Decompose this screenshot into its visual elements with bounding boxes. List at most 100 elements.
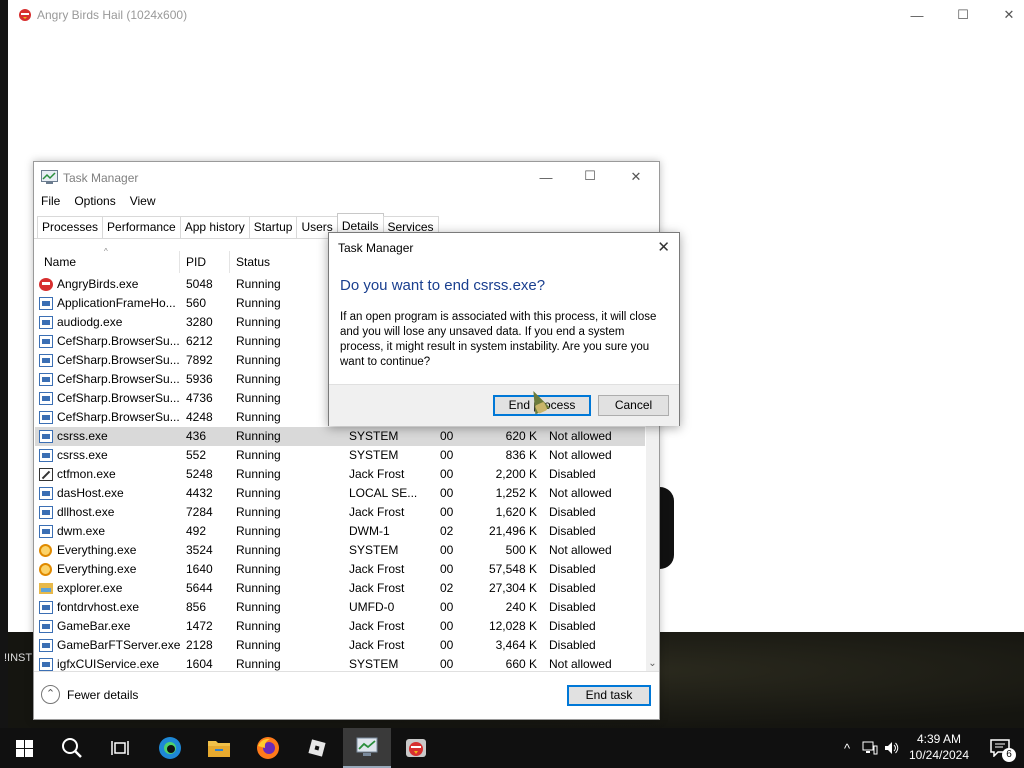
dialog-footer: End process Cancel: [329, 384, 679, 426]
process-user: DWM-1: [349, 524, 390, 538]
process-name: explorer.exe: [57, 581, 123, 595]
process-memory: 836 K: [505, 448, 537, 462]
process-user: SYSTEM: [349, 543, 399, 557]
tm-close-button[interactable]: ✕: [613, 162, 659, 192]
process-cpu: 00: [440, 562, 454, 576]
table-row[interactable]: explorer.exe 5644 Running Jack Frost 02 27,30…: [35, 579, 645, 598]
pen-icon: [39, 468, 53, 481]
process-uac-virtualization: Disabled: [549, 524, 596, 538]
process-memory: 27,304 K: [488, 581, 537, 595]
table-row[interactable]: GameBar.exe 1472 Running Jack Frost 00 12,028…: [35, 617, 645, 636]
clock-date: 10/24/2024: [908, 748, 970, 762]
column-header-name[interactable]: Name: [44, 249, 76, 275]
chevron-up-icon: ⌃: [41, 685, 60, 704]
game-close-button[interactable]: ✕: [986, 0, 1024, 30]
table-row[interactable]: Everything.exe 3524 Running SYSTEM 00 500 K No…: [35, 541, 645, 560]
process-memory: 240 K: [505, 600, 537, 614]
table-row[interactable]: igfxCUIService.exe 1604 Running SYSTEM 00 660…: [35, 655, 645, 671]
process-status: Running: [236, 657, 281, 671]
end-task-button[interactable]: End task: [567, 685, 651, 706]
tab-app-history[interactable]: App history: [179, 216, 250, 238]
notification-center-button[interactable]: 6: [976, 728, 1024, 768]
app-icon: [39, 525, 53, 538]
table-row[interactable]: dllhost.exe 7284 Running Jack Frost 00 1,620 …: [35, 503, 645, 522]
menu-options[interactable]: Options: [74, 194, 115, 208]
desktop-edge: [0, 42, 7, 632]
process-name: fontdrvhost.exe: [57, 600, 140, 614]
show-hidden-icons-chevron-icon[interactable]: ^: [838, 741, 856, 756]
tab-processes[interactable]: Processes: [37, 216, 104, 238]
process-cpu: 00: [440, 543, 454, 557]
app-icon: [39, 392, 53, 405]
end-process-dialog: Task Manager ✕ Do you want to end csrss.…: [328, 232, 680, 426]
game-minimize-button[interactable]: —: [894, 0, 940, 30]
process-memory: 3,464 K: [495, 638, 537, 652]
app-icon: [39, 487, 53, 500]
tm-maximize-button[interactable]: ☐: [567, 161, 613, 191]
table-row[interactable]: dwm.exe 492 Running DWM-1 02 21,496 K Disabled: [35, 522, 645, 541]
start-button[interactable]: [0, 728, 48, 768]
search-button[interactable]: [48, 728, 96, 768]
table-row[interactable]: GameBarFTServer.exe 2128 Running Jack Frost…: [35, 636, 645, 655]
process-user: LOCAL SE...: [349, 486, 418, 500]
table-row[interactable]: Everything.exe 1640 Running Jack Frost 00 57,…: [35, 560, 645, 579]
process-name: ApplicationFrameHo...: [57, 296, 176, 310]
process-name: audiodg.exe: [57, 315, 123, 329]
tab-startup[interactable]: Startup: [248, 216, 298, 238]
process-uac-virtualization: Disabled: [549, 467, 596, 481]
menu-file[interactable]: File: [41, 194, 60, 208]
task-manager-taskbar-button[interactable]: [343, 728, 391, 768]
volume-icon[interactable]: [884, 741, 900, 755]
table-row[interactable]: ctfmon.exe 5248 Running Jack Frost 00 2,200 K…: [35, 465, 645, 484]
angry-birds-taskbar-button[interactable]: [392, 728, 440, 768]
game-titlebar[interactable]: Angry Birds Hail (1024x600) — ☐ ✕: [8, 0, 1024, 30]
menu-view[interactable]: View: [130, 194, 156, 208]
table-row[interactable]: dasHost.exe 4432 Running LOCAL SE... 00 1,252…: [35, 484, 645, 503]
fewer-details-link[interactable]: ⌃ Fewer details: [41, 685, 138, 704]
process-user: SYSTEM: [349, 448, 399, 462]
process-status: Running: [236, 619, 281, 633]
firefox-button[interactable]: [244, 728, 292, 768]
process-uac-virtualization: Not allowed: [549, 448, 612, 462]
column-divider[interactable]: [179, 251, 180, 273]
process-name: dwm.exe: [57, 524, 106, 538]
footer-divider: [34, 671, 659, 672]
task-view-icon: [111, 741, 129, 755]
game-maximize-button[interactable]: ☐: [940, 0, 986, 30]
table-row[interactable]: csrss.exe 552 Running SYSTEM 00 836 K Not allo…: [35, 446, 645, 465]
process-status: Running: [236, 543, 281, 557]
clock[interactable]: 4:39 AM 10/24/2024: [906, 731, 972, 763]
process-cpu: 00: [440, 657, 454, 671]
dialog-close-button[interactable]: ✕: [657, 238, 670, 256]
process-pid: 4432: [186, 486, 213, 500]
scroll-down-arrow-icon[interactable]: ⌄: [646, 658, 659, 669]
process-name: csrss.exe: [57, 448, 108, 462]
column-divider[interactable]: [229, 251, 230, 273]
column-header-status[interactable]: Status: [236, 249, 270, 275]
dialog-message: If an open program is associated with th…: [340, 311, 657, 368]
process-pid: 2128: [186, 638, 213, 652]
tm-minimize-button[interactable]: —: [523, 162, 569, 192]
cancel-button[interactable]: Cancel: [598, 395, 669, 416]
table-row[interactable]: fontdrvhost.exe 856 Running UMFD-0 00 240 K Di…: [35, 598, 645, 617]
process-memory: 12,028 K: [488, 619, 537, 633]
search-icon: [62, 738, 82, 758]
roblox-button[interactable]: [293, 728, 341, 768]
column-header-pid[interactable]: PID: [186, 249, 206, 275]
process-name: ctfmon.exe: [57, 467, 116, 481]
process-user: Jack Frost: [349, 467, 405, 481]
task-view-button[interactable]: [96, 728, 144, 768]
angry-birds-icon: [39, 278, 53, 291]
task-manager-titlebar[interactable]: Task Manager — ☐ ✕: [34, 162, 659, 192]
windows-logo-icon: [15, 739, 33, 757]
edge-button[interactable]: [146, 728, 194, 768]
tab-performance[interactable]: Performance: [102, 216, 181, 238]
process-uac-virtualization: Disabled: [549, 505, 596, 519]
table-row[interactable]: csrss.exe 436 Running SYSTEM 00 620 K Not allo…: [35, 427, 645, 446]
network-icon[interactable]: [862, 741, 878, 755]
app-icon: [39, 620, 53, 633]
task-manager-icon: [356, 737, 378, 756]
process-name: GameBar.exe: [57, 619, 131, 633]
magnifier-icon: [39, 544, 53, 557]
file-explorer-button[interactable]: [195, 728, 243, 768]
